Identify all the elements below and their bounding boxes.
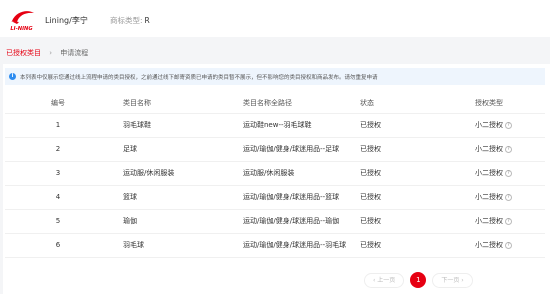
cell-category-name: 足球 [123,137,243,162]
main-panel: i 本列表中仅展示您通过线上流程申请的类目授权，之前通过线下邮寄资质已申请的类目… [3,64,550,294]
help-icon[interactable]: ? [505,193,512,201]
cell-category-path: 运动/瑜伽/健身/球迷用品--篮球 [243,185,360,210]
header-number: 编号 [5,93,123,114]
prev-page-button[interactable]: ‹ 上一页 [364,272,405,288]
cell-status: 已授权 [360,209,475,234]
notice-text: 本列表中仅展示您通过线上流程申请的类目授权，之前通过线下邮寄资质已申请的类目暂不… [20,74,378,81]
table-row: 5 瑜伽 运动/瑜伽/健身/球迷用品--瑜伽 已授权 小二授权? [5,209,545,234]
category-table: 编号 类目名称 类目名称全路径 状态 授权类型 1 羽毛球鞋 运动鞋new--羽… [5,93,545,258]
breadcrumb-apply-process[interactable]: 申请流程 [60,49,88,57]
header-status: 状态 [360,93,475,114]
breadcrumb: 已授权类目 › 申请流程 [6,48,88,58]
cell-status: 已授权 [360,137,475,162]
pagination: ‹ 上一页 1 下一页 › [364,272,473,288]
brand-name: Lining/李宁 [45,16,88,25]
auth-type-text: 小二授权 [475,169,503,177]
header-category-name: 类目名称 [123,93,243,114]
table-row: 2 足球 运动/瑜伽/健身/球迷用品--足球 已授权 小二授权? [5,137,545,162]
table-row: 6 羽毛球 运动/瑜伽/健身/球迷用品--羽毛球 已授权 小二授权? [5,233,545,258]
table-header-row: 编号 类目名称 类目名称全路径 状态 授权类型 [5,93,545,114]
header-category-path: 类目名称全路径 [243,93,360,114]
cell-category-path: 运动服/休闲服装 [243,161,360,186]
breadcrumb-separator: › [49,49,53,57]
next-page-button[interactable]: 下一页 › [432,272,473,288]
cell-number: 1 [5,113,123,138]
cell-number: 6 [5,233,123,258]
breadcrumb-authorized-categories[interactable]: 已授权类目 [6,49,41,57]
cell-status: 已授权 [360,161,475,186]
table-row: 3 运动服/休闲服装 运动服/休闲服装 已授权 小二授权? [5,161,545,186]
cell-auth-type: 小二授权? [475,161,545,186]
help-icon[interactable]: ? [505,121,512,129]
auth-type-text: 小二授权 [475,145,503,153]
svg-text:LI-NING: LI-NING [10,26,33,32]
current-page-button[interactable]: 1 [410,272,427,288]
cell-status: 已授权 [360,113,475,138]
notice-banner: i 本列表中仅展示您通过线上流程申请的类目授权，之前通过线下邮寄资质已申请的类目… [5,68,545,85]
auth-type-text: 小二授权 [475,217,503,225]
cell-status: 已授权 [360,185,475,210]
cell-category-path: 运动/瑜伽/健身/球迷用品--瑜伽 [243,209,360,234]
cell-auth-type: 小二授权? [475,113,545,138]
help-icon[interactable]: ? [505,169,512,177]
table-row: 1 羽毛球鞋 运动鞋new--羽毛球鞋 已授权 小二授权? [5,113,545,138]
help-icon[interactable]: ? [505,145,512,153]
cell-category-path: 运动/瑜伽/健身/球迷用品--羽毛球 [243,233,360,258]
cell-number: 2 [5,137,123,162]
cell-category-path: 运动鞋new--羽毛球鞋 [243,113,360,138]
cell-number: 5 [5,209,123,234]
auth-type-text: 小二授权 [475,193,503,201]
cell-category-name: 羽毛球鞋 [123,113,243,138]
auth-type-text: 小二授权 [475,241,503,249]
header-auth-type: 授权类型 [475,93,545,114]
lining-logo: LI-NING [10,11,34,32]
cell-auth-type: 小二授权? [475,137,545,162]
cell-category-name: 瑜伽 [123,209,243,234]
cell-status: 已授权 [360,233,475,258]
brand-type: 商标类型: R [110,15,150,26]
table-row: 4 篮球 运动/瑜伽/健身/球迷用品--篮球 已授权 小二授权? [5,185,545,210]
header-bar: LI-NING Lining/李宁 商标类型: R [0,0,550,37]
cell-auth-type: 小二授权? [475,185,545,210]
help-icon[interactable]: ? [505,217,512,225]
info-icon: i [9,73,16,80]
brand-type-value: R [144,16,150,25]
cell-category-name: 篮球 [123,185,243,210]
cell-category-name: 运动服/休闲服装 [123,161,243,186]
auth-type-text: 小二授权 [475,121,503,129]
brand-type-label: 商标类型: [110,16,143,25]
help-icon[interactable]: ? [505,241,512,249]
cell-number: 3 [5,161,123,186]
cell-category-name: 羽毛球 [123,233,243,258]
cell-number: 4 [5,185,123,210]
cell-auth-type: 小二授权? [475,209,545,234]
cell-category-path: 运动/瑜伽/健身/球迷用品--足球 [243,137,360,162]
cell-auth-type: 小二授权? [475,233,545,258]
